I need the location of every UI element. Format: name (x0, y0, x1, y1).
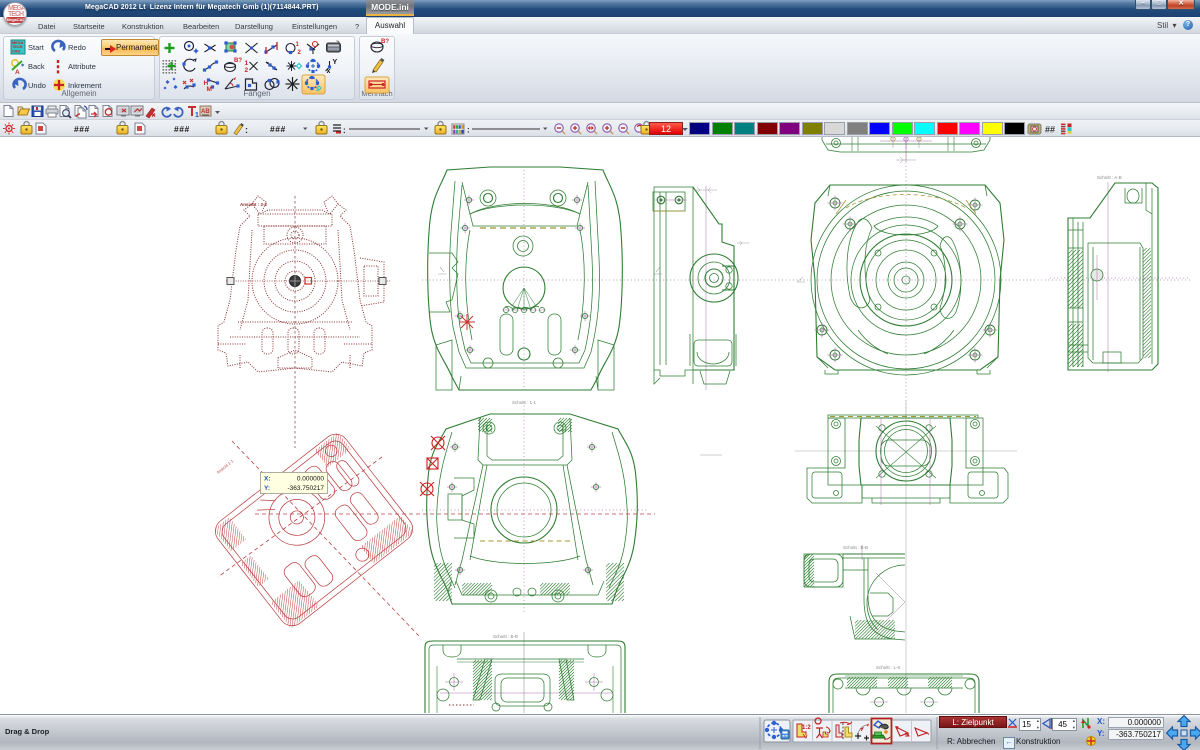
svg-text:CAD: CAD (12, 49, 20, 53)
svg-text:Schnitt : L-K: Schnitt : L-K (876, 665, 901, 670)
svg-text:2: 2 (298, 50, 302, 56)
svg-text:Schnitt : A-B: Schnitt : A-B (1097, 175, 1122, 180)
svg-text:B?: B? (234, 58, 242, 64)
svg-text:Schnitt : 1-1: Schnitt : 1-1 (512, 400, 537, 405)
svg-text::: : (245, 125, 248, 135)
svg-text:###: ### (174, 124, 190, 134)
svg-text:1: 1 (195, 112, 199, 119)
svg-text:-363.750217: -363.750217 (287, 485, 324, 492)
svg-text:Y: Y (333, 59, 338, 66)
svg-text:1: 1 (245, 60, 249, 67)
svg-text:Y:: Y: (264, 485, 270, 492)
svg-text:###: ### (74, 124, 90, 134)
svg-text::: : (467, 126, 470, 135)
svg-text:Ansicht : 2-2: Ansicht : 2-2 (240, 202, 268, 207)
svg-text:0.000000: 0.000000 (297, 476, 324, 483)
svg-text:x: x (327, 68, 331, 75)
svg-text:1: 1 (296, 42, 300, 48)
svg-text:Ansicht 1-1: Ansicht 1-1 (216, 458, 235, 475)
svg-text:B?: B? (381, 39, 389, 45)
svg-text:AB: AB (201, 109, 210, 115)
svg-text:###: ### (270, 124, 286, 134)
svg-text:Schnitt : B-B: Schnitt : B-B (843, 545, 868, 550)
svg-text::: : (343, 126, 346, 135)
svg-text:##: ## (1045, 125, 1055, 135)
svg-text:A: A (15, 69, 20, 76)
svg-text:Schnitt : B-B: Schnitt : B-B (493, 634, 518, 639)
svg-text:4: 4 (316, 88, 319, 94)
svg-text:2: 2 (245, 67, 249, 74)
svg-text:X:: X: (264, 476, 271, 483)
